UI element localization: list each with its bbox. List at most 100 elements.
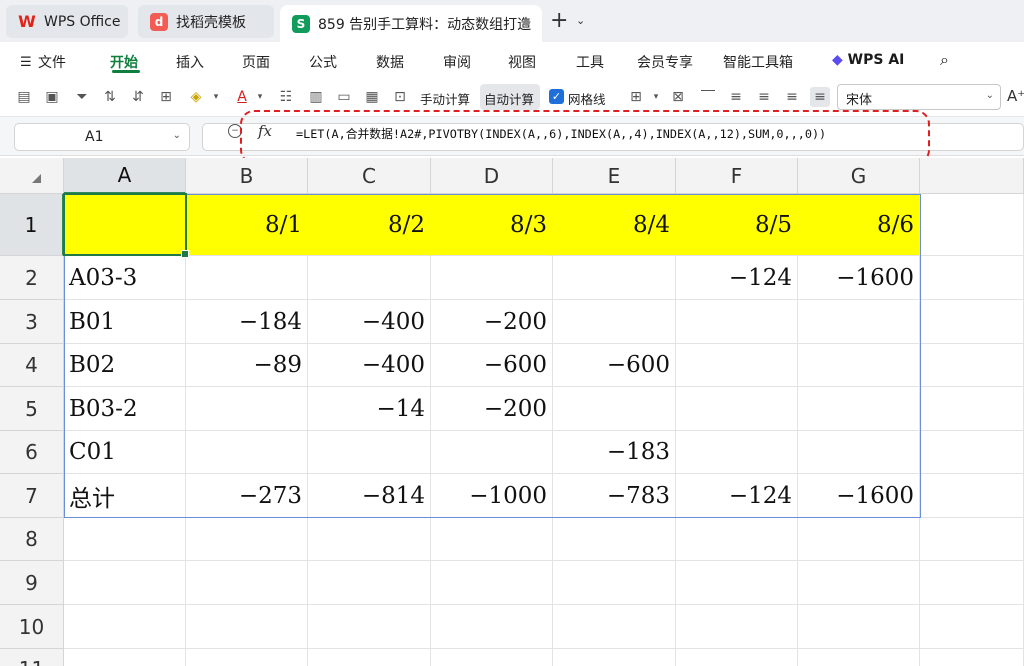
- cell-d10[interactable]: [431, 605, 553, 649]
- cell-filler[interactable]: [920, 649, 1024, 666]
- manual-calc-button[interactable]: 手动计算: [420, 89, 470, 108]
- cell-filler[interactable]: [920, 431, 1024, 474]
- row-header-3[interactable]: 3: [0, 300, 64, 344]
- cell-g6[interactable]: [798, 431, 920, 474]
- row-header-8[interactable]: 8: [0, 518, 64, 561]
- search-icon[interactable]: ⌕: [940, 50, 949, 70]
- cell-e8[interactable]: [553, 518, 676, 561]
- cell-d3[interactable]: −200: [431, 300, 553, 344]
- tab-wps-office[interactable]: W WPS Office: [6, 5, 128, 38]
- cell-a5[interactable]: B03-2: [64, 387, 186, 431]
- cell-b3[interactable]: −184: [186, 300, 308, 344]
- cell-c7[interactable]: −814: [308, 474, 431, 518]
- cell-b9[interactable]: [186, 561, 308, 605]
- cell-filler[interactable]: [920, 474, 1024, 518]
- align-center-icon[interactable]: ≡: [754, 87, 774, 107]
- cell-f2[interactable]: −124: [676, 256, 798, 300]
- cell-d6[interactable]: [431, 431, 553, 474]
- cell-c8[interactable]: [308, 518, 431, 561]
- cell-a2[interactable]: A03-3: [64, 256, 186, 300]
- column-header-c[interactable]: C: [308, 158, 431, 194]
- cell-f8[interactable]: [676, 518, 798, 561]
- cell-c1[interactable]: 8/2: [308, 194, 431, 256]
- name-box[interactable]: A1 ⌄: [14, 123, 190, 151]
- column-header-d[interactable]: D: [431, 158, 553, 194]
- cell-e5[interactable]: [553, 387, 676, 431]
- cell-f6[interactable]: [676, 431, 798, 474]
- cell-filler[interactable]: [920, 518, 1024, 561]
- tab-list-chevron-icon[interactable]: ⌄: [576, 14, 585, 27]
- menu-page[interactable]: 页面: [242, 52, 270, 72]
- cell-g2[interactable]: −1600: [798, 256, 920, 300]
- filter-icon[interactable]: ⏷: [72, 87, 92, 107]
- cell-a7[interactable]: 总计: [64, 474, 186, 518]
- cell-b7[interactable]: −273: [186, 474, 308, 518]
- cell-g1[interactable]: 8/6: [798, 194, 920, 256]
- font-color-icon[interactable]: A: [232, 87, 252, 107]
- column-header-e[interactable]: E: [553, 158, 676, 194]
- align-middle-icon[interactable]: ≡: [782, 87, 802, 107]
- cell-a1[interactable]: [64, 194, 186, 256]
- cell-e6[interactable]: −183: [553, 431, 676, 474]
- menu-wps-ai[interactable]: ◆ WPS AI: [832, 52, 904, 68]
- align-bottom-icon[interactable]: ≡: [810, 87, 830, 107]
- cell-f7[interactable]: −124: [676, 474, 798, 518]
- menu-home[interactable]: 开始: [110, 52, 138, 72]
- cell-f1[interactable]: 8/5: [676, 194, 798, 256]
- cell-d5[interactable]: −200: [431, 387, 553, 431]
- cell-b2[interactable]: [186, 256, 308, 300]
- row-header-1[interactable]: 1: [0, 194, 64, 256]
- cell-d7[interactable]: −1000: [431, 474, 553, 518]
- cell-d4[interactable]: −600: [431, 344, 553, 387]
- cell-filler[interactable]: [920, 387, 1024, 431]
- sort-ascending-icon[interactable]: ⇅: [100, 87, 120, 107]
- menu-data[interactable]: 数据: [376, 52, 404, 72]
- cell-c2[interactable]: [308, 256, 431, 300]
- font-color-chevron-icon[interactable]: ▾: [250, 87, 270, 107]
- menu-file[interactable]: 文件: [38, 52, 66, 72]
- column-header-a[interactable]: A: [64, 158, 186, 194]
- cell-b1[interactable]: 8/1: [186, 194, 308, 256]
- menu-smart-toolbox[interactable]: 智能工具箱: [723, 52, 793, 72]
- clear-format-icon[interactable]: ⊠: [668, 87, 688, 107]
- cell-filler[interactable]: [920, 256, 1024, 300]
- row-header-6[interactable]: 6: [0, 431, 64, 474]
- menu-formulas[interactable]: 公式: [309, 52, 337, 72]
- table-style-icon[interactable]: ⊞: [626, 87, 646, 107]
- cell-f10[interactable]: [676, 605, 798, 649]
- cell-filler[interactable]: [920, 605, 1024, 649]
- cell-f4[interactable]: [676, 344, 798, 387]
- column-header-b[interactable]: B: [186, 158, 308, 194]
- cell-g9[interactable]: [798, 561, 920, 605]
- row-header-7[interactable]: 7: [0, 474, 64, 518]
- cell-d9[interactable]: [431, 561, 553, 605]
- align-left-icon[interactable]: ≡: [726, 87, 746, 107]
- cell-c4[interactable]: −400: [308, 344, 431, 387]
- cell-b8[interactable]: [186, 518, 308, 561]
- cell-filler[interactable]: [920, 300, 1024, 344]
- wrap-text-icon[interactable]: ☷: [276, 87, 296, 107]
- cell-filler[interactable]: [920, 194, 1024, 256]
- column-header-g[interactable]: G: [798, 158, 920, 194]
- column-icon[interactable]: ▥: [306, 87, 326, 107]
- cell-f3[interactable]: [676, 300, 798, 344]
- merge-icon[interactable]: ⊡: [390, 87, 410, 107]
- row-header-11[interactable]: 11: [0, 649, 64, 666]
- cell-b10[interactable]: [186, 605, 308, 649]
- row-header-5[interactable]: 5: [0, 387, 64, 431]
- cell-d8[interactable]: [431, 518, 553, 561]
- menu-review[interactable]: 审阅: [443, 52, 471, 72]
- cell-a11[interactable]: [64, 649, 186, 666]
- cell-c6[interactable]: [308, 431, 431, 474]
- cell-e1[interactable]: 8/4: [553, 194, 676, 256]
- table-style-chevron-icon[interactable]: ▾: [646, 87, 666, 107]
- menu-tools[interactable]: 工具: [576, 52, 604, 72]
- cell-a9[interactable]: [64, 561, 186, 605]
- tab-daoke-templates[interactable]: d 找稻壳模板: [138, 5, 274, 38]
- freeze-pane-icon[interactable]: ▦: [362, 87, 382, 107]
- align-top-icon[interactable]: ⎺: [698, 87, 718, 107]
- cell-e9[interactable]: [553, 561, 676, 605]
- cell-a3[interactable]: B01: [64, 300, 186, 344]
- cell-b5[interactable]: [186, 387, 308, 431]
- menu-member[interactable]: 会员专享: [637, 52, 693, 72]
